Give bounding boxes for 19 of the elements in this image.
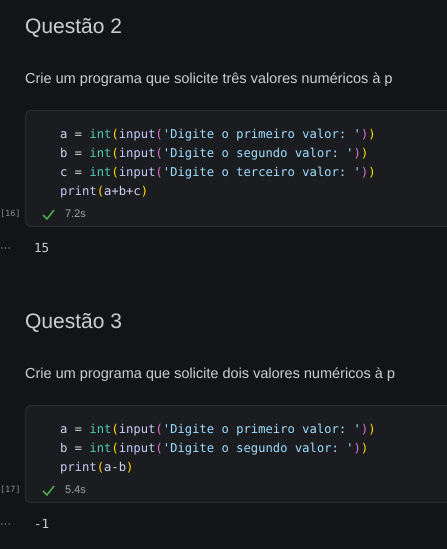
output-text: -1 — [33, 514, 50, 533]
output-text: 15 — [33, 238, 50, 257]
execution-count: [16] — [0, 208, 20, 221]
code-line: b = int(input('Digite o segundo valor: ')) — [59, 145, 370, 162]
output-marker: ··· — [0, 240, 12, 256]
question-text: Crie um programa que solicite três valores numéricos à p — [25, 70, 394, 89]
section-heading: Questão 2 — [25, 14, 123, 40]
question-text: Crie um programa que solicite dois valores numéricos à p — [25, 365, 396, 384]
section-heading: Questão 3 — [25, 309, 123, 335]
code-line: a = int(input('Digite o primeiro valor: ')) — [59, 126, 377, 143]
code-line: print(a+b+c) — [59, 183, 150, 200]
code-line: c = int(input('Digite o terceiro valor: ')) — [59, 164, 377, 181]
output-marker: ··· — [0, 516, 12, 532]
execution-time: 7.2s — [65, 206, 86, 222]
code-line: a = int(input('Digite o primeiro valor: ')) — [59, 421, 377, 438]
code-line: b = int(input('Digite o segundo valor: ')) — [59, 440, 370, 457]
code-line: print(a-b) — [59, 459, 134, 476]
execution-time: 5.4s — [65, 482, 86, 498]
execution-count: [17] — [0, 484, 20, 497]
